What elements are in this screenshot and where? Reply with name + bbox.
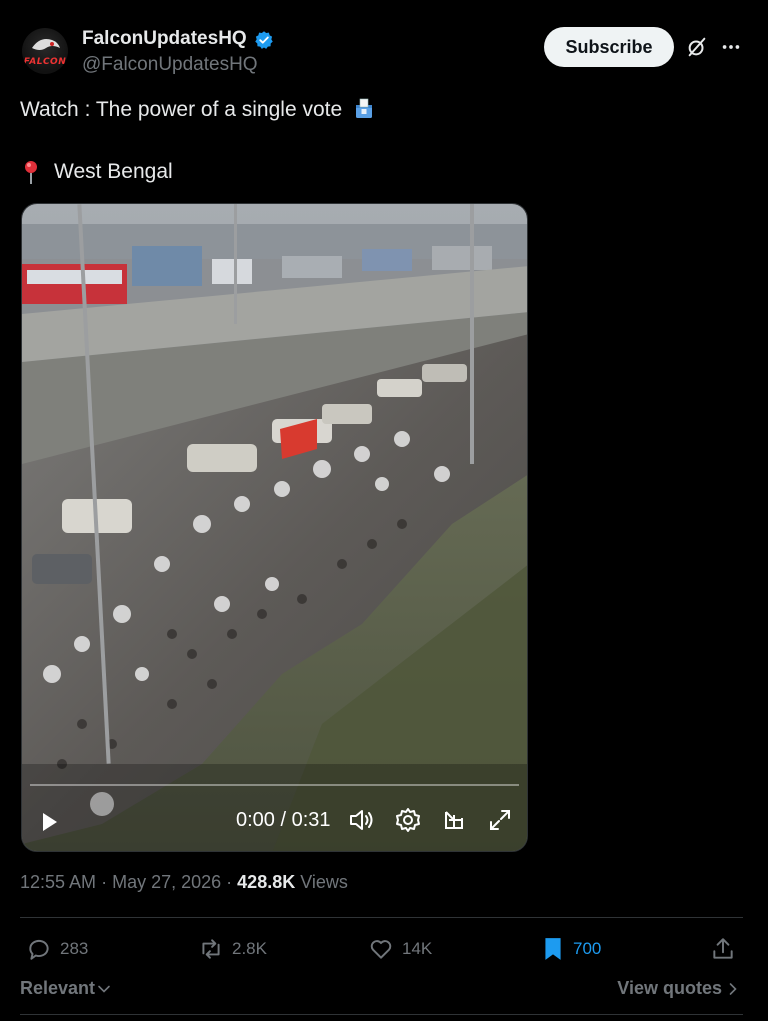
chevron-right-icon — [729, 982, 737, 995]
volume-icon[interactable] — [348, 807, 374, 833]
view-quotes-label: View quotes — [617, 978, 722, 998]
grok-icon[interactable] — [686, 36, 708, 58]
views-label: Views — [300, 872, 348, 892]
author-handle[interactable]: @FalconUpdatesHQ — [82, 54, 258, 76]
verified-badge-icon — [255, 31, 273, 49]
repost-icon — [202, 939, 220, 959]
location-text: West Bengal — [54, 160, 173, 183]
tweet-text-content: Watch : The power of a single vote — [20, 98, 343, 121]
display-name[interactable]: FalconUpdatesHQ — [82, 28, 247, 50]
like-count: 14K — [402, 939, 433, 958]
bookmark-button[interactable]: 700 — [541, 932, 601, 966]
tweet-text: Watch : The power of a single vote — [20, 96, 376, 124]
divider-bottom — [20, 1014, 743, 1015]
reply-count: 283 — [60, 939, 89, 958]
video-progress-bar[interactable] — [30, 784, 519, 786]
sort-label: Relevant — [20, 978, 96, 998]
share-icon — [713, 938, 733, 959]
pin-icon — [25, 161, 37, 184]
avatar[interactable]: FALCON — [22, 28, 68, 74]
bookmark-icon — [545, 938, 561, 960]
view-quotes-link[interactable]: View quotes — [617, 978, 740, 999]
share-button[interactable] — [710, 932, 744, 966]
pip-icon[interactable] — [442, 808, 466, 832]
more-icon[interactable] — [720, 36, 742, 58]
video-player[interactable]: 0:00 / 0:31 — [21, 203, 528, 852]
falcon-logo-icon — [32, 39, 60, 50]
tweet-meta: 12:55 AM · May 27, 2026 · 428.8K Views — [20, 872, 348, 892]
bookmark-count: 700 — [573, 939, 602, 958]
location-line: West Bengal — [20, 158, 173, 186]
repost-count: 2.8K — [232, 939, 267, 958]
settings-icon[interactable] — [395, 807, 421, 833]
avatar-text: FALCON — [23, 57, 67, 67]
video-time: 0:00 / 0:31 — [236, 809, 331, 831]
sort-dropdown[interactable]: Relevant — [20, 978, 111, 999]
reply-button[interactable]: 283 — [26, 932, 88, 966]
fullscreen-icon[interactable] — [488, 808, 512, 832]
tweet-time[interactable]: 12:55 AM — [20, 872, 96, 892]
reply-icon — [29, 939, 49, 960]
like-button[interactable]: 14K — [368, 932, 432, 966]
views-count: 428.8K — [237, 872, 296, 892]
heart-icon — [370, 940, 392, 959]
chevron-down-icon — [98, 985, 110, 993]
subscribe-button[interactable]: Subscribe — [544, 27, 674, 67]
tweet-date[interactable]: May 27, 2026 — [112, 872, 221, 892]
ballot-box-icon — [356, 98, 373, 118]
video-frame[interactable] — [22, 204, 528, 852]
play-icon[interactable] — [40, 811, 60, 833]
repost-button[interactable]: 2.8K — [198, 932, 267, 966]
video-controls: 0:00 / 0:31 — [22, 791, 527, 851]
divider — [20, 917, 743, 918]
